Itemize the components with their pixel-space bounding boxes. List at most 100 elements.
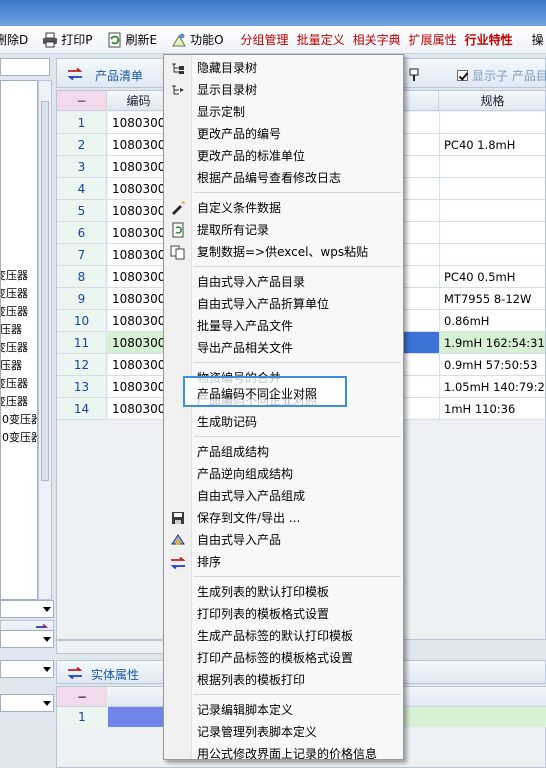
cell-blank[interactable] (403, 178, 439, 200)
industry-feature-link[interactable]: 行业特性 (461, 29, 517, 51)
category-tree[interactable]: 变压器 变压器 变压器 变压器 变压器 变压器 变压器 变压器 20变压器 20… (0, 80, 38, 600)
show-child-checkbox[interactable]: 显示子 产品目 (457, 67, 546, 84)
cell-code[interactable]: 10803001 (108, 288, 164, 310)
cell-spec[interactable]: 1mH 110:36 (439, 398, 545, 420)
cell-blank[interactable] (403, 398, 439, 420)
filter-combo-2[interactable] (0, 630, 54, 648)
menu-item[interactable]: 导出产品相关文件 (164, 337, 403, 359)
menu-item[interactable]: 打印产品标签的模板格式设置 (164, 647, 403, 669)
cell-blank[interactable] (403, 376, 439, 398)
menu-item[interactable]: 记录管理列表脚本定义 (164, 721, 403, 743)
extend-attr-link[interactable]: 扩展属性 (405, 29, 461, 51)
filter-combo-1b[interactable] (0, 600, 54, 618)
row-number[interactable]: 8 (57, 266, 107, 288)
row-number[interactable]: 11 (57, 332, 107, 354)
row-number[interactable]: 2 (57, 134, 107, 156)
cell-spec[interactable] (439, 222, 545, 244)
menu-item[interactable]: 提取所有记录 (164, 219, 403, 241)
tree-node[interactable]: 变压器 (1, 339, 37, 357)
row-number[interactable]: 1 (57, 112, 107, 134)
tree-node[interactable]: 变压器 (1, 357, 37, 375)
cell-spec[interactable] (439, 244, 545, 266)
menu-item[interactable]: 自由式导入产品折算单位 (164, 293, 403, 315)
cell-spec[interactable] (439, 200, 545, 222)
cell-blank[interactable] (403, 200, 439, 222)
cell-blank[interactable] (403, 288, 439, 310)
cell-spec[interactable]: PC40 0.5mH (439, 266, 545, 288)
cell-spec[interactable]: 0.9mH 57:50:53 (439, 354, 545, 376)
menu-item[interactable]: 生成列表的默认打印模板 (164, 581, 403, 603)
tree-node[interactable]: 变压器 (1, 375, 37, 393)
menu-item[interactable]: 批量导入产品文件 (164, 315, 403, 337)
menu-item[interactable]: 显示目录树 (164, 79, 403, 101)
tree-node[interactable]: 20变压器 (1, 429, 37, 447)
cell-blank[interactable] (403, 244, 439, 266)
row-number[interactable]: 3 (57, 156, 107, 178)
tree-node[interactable]: 20变压器 (1, 411, 37, 429)
cell-blank[interactable] (403, 222, 439, 244)
cell-code[interactable]: 10803001 (108, 332, 164, 354)
row-number[interactable]: 7 (57, 244, 107, 266)
entity-collapse-header[interactable]: − (57, 687, 107, 707)
cell-code[interactable]: 10803001 (108, 376, 164, 398)
filter-combo-3[interactable] (0, 660, 54, 678)
grid-horizontal-scrollbar[interactable] (56, 640, 166, 654)
tree-node[interactable]: 变压器 (1, 321, 37, 339)
function-button[interactable]: 功能O (168, 29, 226, 51)
menu-item[interactable]: 自由式导入产品 (164, 529, 403, 551)
row-number[interactable]: 5 (57, 200, 107, 222)
menu-item[interactable]: 产品组成结构 (164, 441, 403, 463)
cell-code[interactable]: 10803000 (108, 134, 164, 156)
entity-row-number[interactable]: 1 (57, 707, 107, 727)
cell-spec[interactable]: 1.9mH 162:54:31 (439, 332, 545, 354)
grid-collapse-header[interactable]: − (57, 91, 107, 111)
swap-icon[interactable] (67, 667, 83, 679)
cell-spec[interactable] (439, 156, 545, 178)
highlighted-menu-item-box[interactable]: 产品编码不同企业对照 (183, 376, 347, 407)
print-button[interactable]: 打印P (39, 29, 95, 51)
cell-code[interactable]: 10803001 (108, 266, 164, 288)
column-header-code[interactable]: 编码 (108, 91, 170, 111)
row-number[interactable]: 6 (57, 222, 107, 244)
cell-blank[interactable] (403, 112, 439, 134)
cell-code[interactable]: 10803001 (108, 354, 164, 376)
refresh-button[interactable]: 刷新E (104, 29, 161, 51)
cell-code[interactable]: 10803001 (108, 310, 164, 332)
tree-node[interactable]: 变压器 (1, 267, 37, 285)
cell-code[interactable]: 10803000 (108, 200, 164, 222)
cell-blank[interactable] (403, 266, 439, 288)
cell-blank[interactable] (403, 156, 439, 178)
menu-item[interactable]: 生成助记码 (164, 411, 403, 433)
cell-code[interactable]: 10803000 (108, 156, 164, 178)
menu-item[interactable]: 根据产品编号查看修改日志 (164, 167, 403, 189)
menu-item[interactable]: 用公式修改界面上记录的价格信息 (164, 743, 403, 765)
key-icon[interactable] (409, 68, 419, 82)
menu-item[interactable]: 隐藏目录树 (164, 57, 403, 79)
menu-item[interactable]: 打印列表的模板格式设置 (164, 603, 403, 625)
column-header-spec[interactable]: 规格 (439, 91, 545, 111)
row-number[interactable]: 10 (57, 310, 107, 332)
tree-vertical-scrollbar[interactable] (38, 80, 52, 600)
scroll-thumb[interactable] (41, 101, 49, 481)
batch-define-link[interactable]: 批量定义 (293, 29, 349, 51)
tree-node[interactable]: 变压器 (1, 285, 37, 303)
menu-item[interactable]: 自由式导入产品组成 (164, 485, 403, 507)
cell-spec[interactable]: 1.05mH 140:79:26 (439, 376, 545, 398)
entity-cell-selected[interactable] (108, 707, 163, 727)
column-header-blank[interactable] (403, 91, 439, 111)
menu-item[interactable]: 保存到文件/导出 ... (164, 507, 403, 529)
menu-item[interactable]: 自由式导入产品目录 (164, 271, 403, 293)
menu-item[interactable]: 显示定制 (164, 101, 403, 123)
cell-code[interactable]: 10803001 (108, 244, 164, 266)
menu-item[interactable]: 排序 (164, 551, 403, 573)
cell-spec[interactable] (439, 112, 545, 134)
row-number[interactable]: 14 (57, 398, 107, 420)
delete-button[interactable]: 删除D (0, 29, 31, 51)
cell-blank[interactable] (403, 332, 439, 354)
cell-blank[interactable] (403, 354, 439, 376)
cell-code[interactable]: 10803000 (108, 112, 164, 134)
row-number[interactable]: 12 (57, 354, 107, 376)
menu-item[interactable]: 更改产品的标准单位 (164, 145, 403, 167)
cell-blank[interactable] (403, 310, 439, 332)
row-number[interactable]: 13 (57, 376, 107, 398)
